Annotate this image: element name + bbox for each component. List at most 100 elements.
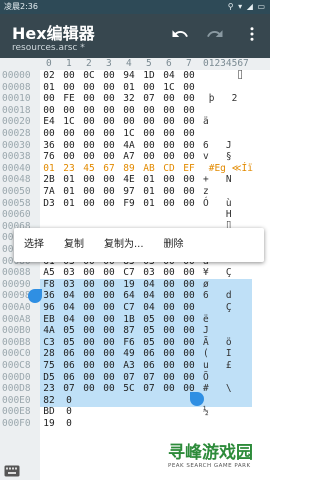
menu-copy[interactable]: 复制: [54, 228, 94, 262]
hex-byte[interactable]: 06: [62, 348, 76, 360]
hex-row[interactable]: 00058 D3 01 00 00 F9 01 00 00 Ó ù: [0, 198, 270, 210]
ascii-text[interactable]: ¥ Ç: [203, 267, 249, 279]
hex-byte[interactable]: 00: [82, 337, 96, 349]
ascii-text[interactable]: þ 2: [203, 93, 249, 105]
hex-byte[interactable]: C7: [122, 302, 136, 314]
hex-byte[interactable]: 00: [122, 116, 136, 128]
hex-row[interactable]: 00048 2B 01 00 00 4E 01 00 00 + N: [0, 174, 270, 186]
hex-byte[interactable]: 00: [62, 151, 76, 163]
hex-byte[interactable]: 00: [82, 290, 96, 302]
undo-button[interactable]: [168, 22, 192, 46]
hex-row[interactable]: 000A8 EB 04 00 00 1B 05 00 00 ë: [0, 314, 270, 326]
hex-byte[interactable]: A3: [122, 360, 136, 372]
hex-byte[interactable]: 87: [122, 325, 136, 337]
hex-byte[interactable]: 00: [102, 325, 116, 337]
hex-row[interactable]: 000C0 28 06 00 00 49 06 00 00 ( I: [0, 348, 270, 360]
hex-byte[interactable]: 05: [142, 314, 156, 326]
hex-byte[interactable]: CD: [162, 163, 176, 175]
keyboard-icon[interactable]: [4, 465, 20, 477]
hex-row[interactable]: 00020 E4 1C 00 00 00 00 00 00 ä: [0, 116, 270, 128]
hex-byte[interactable]: 00: [82, 151, 96, 163]
hex-byte[interactable]: 00: [182, 93, 196, 105]
hex-byte[interactable]: 1D: [142, 70, 156, 82]
hex-byte[interactable]: 00: [102, 116, 116, 128]
hex-byte[interactable]: 0C: [82, 70, 96, 82]
ascii-text[interactable]: [203, 105, 249, 117]
hex-byte[interactable]: 4E: [122, 174, 136, 186]
hex-byte[interactable]: 00: [182, 267, 196, 279]
hex-byte[interactable]: 00: [62, 128, 76, 140]
hex-byte[interactable]: 00: [82, 302, 96, 314]
hex-byte[interactable]: 00: [182, 314, 196, 326]
hex-byte[interactable]: 1C: [62, 116, 76, 128]
hex-byte[interactable]: 00: [182, 116, 196, 128]
hex-byte[interactable]: 00: [182, 360, 196, 372]
ascii-text[interactable]: v §: [203, 151, 249, 163]
hex-byte[interactable]: 00: [102, 70, 116, 82]
ascii-text[interactable]: Ó ù: [203, 198, 249, 210]
hex-byte[interactable]: 75: [42, 360, 56, 372]
hex-byte[interactable]: 00: [182, 140, 196, 152]
ascii-text[interactable]: + N: [203, 174, 249, 186]
hex-byte[interactable]: 45: [82, 163, 96, 175]
hex-byte[interactable]: 00: [102, 337, 116, 349]
ascii-text[interactable]: ½: [203, 406, 249, 418]
hex-byte[interactable]: 00: [82, 140, 96, 152]
hex-byte[interactable]: 00: [102, 174, 116, 186]
hex-byte[interactable]: 03: [62, 279, 76, 291]
hex-byte[interactable]: 05: [142, 325, 156, 337]
hex-byte[interactable]: F6: [122, 337, 136, 349]
hex-byte[interactable]: 06: [142, 348, 156, 360]
hex-row[interactable]: 00030 36 00 00 00 4A 00 00 00 6 J: [0, 140, 270, 152]
hex-byte[interactable]: 06: [142, 360, 156, 372]
hex-byte[interactable]: 00: [182, 279, 196, 291]
hex-byte[interactable]: 00: [182, 128, 196, 140]
hex-row[interactable]: 00010 00 FE 00 00 32 07 00 00 þ 2: [0, 93, 270, 105]
hex-byte[interactable]: 00: [102, 105, 116, 117]
hex-byte[interactable]: 01: [142, 198, 156, 210]
hex-byte[interactable]: 36: [42, 290, 56, 302]
hex-byte[interactable]: F8: [42, 279, 56, 291]
hex-byte[interactable]: 00: [182, 348, 196, 360]
hex-row[interactable]: 000D0 D5 06 00 00 07 07 00 00 Õ: [0, 372, 270, 384]
hex-byte[interactable]: 03: [62, 267, 76, 279]
hex-byte[interactable]: 01: [122, 82, 136, 94]
hex-byte[interactable]: 04: [142, 290, 156, 302]
hex-byte[interactable]: 00: [82, 174, 96, 186]
hex-byte[interactable]: 00: [182, 302, 196, 314]
hex-byte[interactable]: 00: [182, 372, 196, 384]
hex-byte[interactable]: EB: [42, 314, 56, 326]
hex-byte[interactable]: A5: [42, 267, 56, 279]
more-options-button[interactable]: [240, 22, 264, 46]
hex-byte[interactable]: 00: [42, 128, 56, 140]
hex-byte[interactable]: 36: [42, 140, 56, 152]
hex-byte[interactable]: 07: [62, 383, 76, 395]
hex-byte[interactable]: 7A: [42, 186, 56, 198]
hex-byte[interactable]: 32: [122, 93, 136, 105]
hex-byte[interactable]: 01: [62, 198, 76, 210]
hex-byte[interactable]: 82: [42, 395, 56, 407]
hex-byte[interactable]: 00: [42, 105, 56, 117]
ascii-text[interactable]: H: [203, 209, 249, 221]
ascii-text[interactable]: Õ: [203, 372, 249, 384]
ascii-text[interactable]: [203, 395, 249, 407]
hex-byte[interactable]: 04: [162, 70, 176, 82]
hex-byte[interactable]: 05: [62, 337, 76, 349]
hex-byte[interactable]: 00: [102, 302, 116, 314]
hex-editor[interactable]: 0 1 2 3 4 5 6 7 01234567 00000 02 00 0C 00 94…: [0, 58, 270, 480]
hex-byte[interactable]: 00: [82, 325, 96, 337]
hex-byte[interactable]: E4: [42, 116, 56, 128]
hex-byte[interactable]: D3: [42, 198, 56, 210]
ascii-text[interactable]: ø: [203, 279, 249, 291]
hex-byte[interactable]: 00: [122, 105, 136, 117]
hex-byte[interactable]: 67: [102, 163, 116, 175]
hex-byte[interactable]: D5: [42, 372, 56, 384]
hex-byte[interactable]: 1C: [162, 82, 176, 94]
hex-byte[interactable]: 00: [182, 290, 196, 302]
hex-byte[interactable]: 00: [162, 93, 176, 105]
hex-row[interactable]: 000F0 19 0: [0, 418, 270, 430]
hex-byte[interactable]: 00: [102, 82, 116, 94]
menu-copy-as[interactable]: 复制为...: [94, 228, 154, 262]
ascii-text[interactable]: 6 J: [203, 140, 249, 152]
hex-byte[interactable]: 00: [182, 186, 196, 198]
